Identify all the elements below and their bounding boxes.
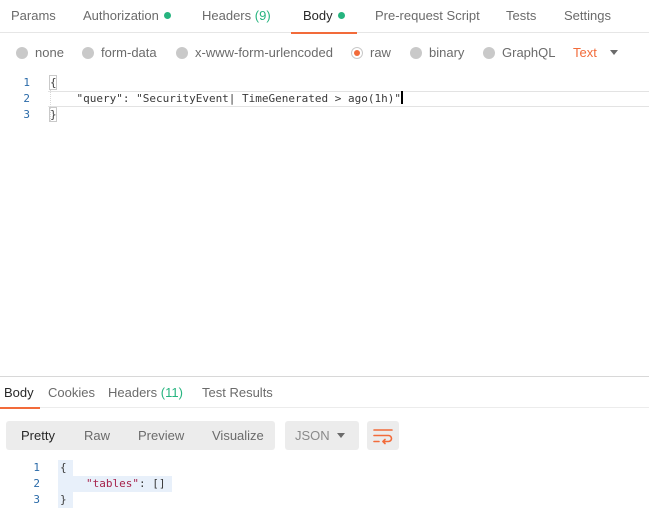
- tab-body[interactable]: Body: [291, 0, 357, 34]
- tab-headers[interactable]: Headers (9): [202, 0, 271, 33]
- response-tab-headers[interactable]: Headers (11): [108, 377, 183, 408]
- json-value: []: [152, 477, 166, 490]
- status-dot-icon: [163, 12, 171, 19]
- tab-pre-request-script-label: Pre-request Script: [375, 8, 480, 23]
- tab-authorization[interactable]: Authorization: [83, 0, 171, 33]
- response-body-viewer[interactable]: 1 2 3 { "tables": [] }: [0, 460, 649, 516]
- chevron-down-icon[interactable]: [610, 50, 618, 55]
- response-tab-body-label: Body: [4, 385, 34, 400]
- tab-authorization-label: Authorization: [83, 8, 159, 23]
- response-tab-test-results[interactable]: Test Results: [202, 377, 273, 408]
- line-number: 1: [23, 76, 30, 89]
- response-tab-cookies[interactable]: Cookies: [48, 377, 95, 408]
- active-tab-indicator: [0, 407, 40, 409]
- tab-tests[interactable]: Tests: [506, 0, 536, 33]
- radio-graphql-label: GraphQL: [502, 45, 556, 60]
- radio-binary-label: binary: [429, 45, 465, 60]
- json-line: "tables": []: [86, 476, 165, 492]
- tab-tests-label: Tests: [506, 8, 537, 23]
- response-tab-cookies-label: Cookies: [48, 385, 95, 400]
- response-tab-headers-label: Headers: [108, 385, 158, 400]
- body-type-selector: none form-data x-www-form-urlencoded raw…: [0, 33, 649, 73]
- line-number: 3: [33, 493, 40, 506]
- json-open-brace: {: [60, 461, 67, 474]
- radio-circle-icon: [16, 47, 28, 59]
- code-line-text: "query": "SecurityEvent| TimeGenerated >…: [50, 92, 401, 105]
- response-tab-body[interactable]: Body: [0, 377, 40, 409]
- tab-settings[interactable]: Settings: [564, 0, 611, 33]
- line-number: 3: [23, 108, 30, 121]
- radio-circle-icon: [410, 47, 422, 59]
- tab-pre-request-script[interactable]: Pre-request Script: [375, 0, 480, 33]
- tab-params[interactable]: Params: [11, 0, 56, 33]
- tab-params-label: Params: [11, 8, 56, 23]
- json-key: "tables": [86, 477, 139, 490]
- request-tabs: Params Authorization Headers (9) Body Pr…: [0, 0, 649, 34]
- response-tabs: Body Cookies Headers (11) Test Results: [0, 377, 649, 409]
- view-visualize-button[interactable]: Visualize: [212, 421, 264, 450]
- text-cursor: [401, 91, 403, 104]
- response-format-dropdown[interactable]: JSON: [285, 421, 359, 450]
- line-number: 1: [33, 461, 40, 474]
- wrap-lines-button[interactable]: [367, 421, 399, 450]
- status-dot-icon: [337, 12, 345, 19]
- line-number: 2: [23, 92, 30, 105]
- view-pretty-button[interactable]: Pretty: [21, 421, 55, 450]
- response-tab-test-results-label: Test Results: [202, 385, 273, 400]
- radio-raw-label: raw: [370, 45, 391, 60]
- radio-circle-icon: [483, 47, 495, 59]
- tab-settings-label: Settings: [564, 8, 611, 23]
- code-line: {: [50, 76, 57, 89]
- raw-language-dropdown[interactable]: Text: [573, 33, 597, 73]
- response-tab-headers-count: (11): [160, 385, 183, 400]
- json-close-brace: }: [60, 493, 67, 506]
- response-format-value: JSON: [295, 428, 330, 443]
- view-raw-button[interactable]: Raw: [84, 421, 110, 450]
- radio-none-label: none: [35, 45, 64, 60]
- radio-checked-icon: [351, 47, 363, 59]
- view-preview-button[interactable]: Preview: [138, 421, 184, 450]
- radio-x-www-form-urlencoded-label: x-www-form-urlencoded: [195, 45, 333, 60]
- line-number: 2: [33, 477, 40, 490]
- radio-circle-icon: [176, 47, 188, 59]
- code-line: }: [50, 108, 57, 121]
- tab-body-label: Body: [303, 8, 333, 23]
- radio-form-data-label: form-data: [101, 45, 157, 60]
- tab-headers-count: (9): [254, 8, 271, 23]
- wrap-lines-icon: [373, 429, 393, 445]
- raw-language-value: Text: [573, 45, 597, 60]
- tab-headers-label: Headers: [202, 8, 252, 23]
- view-mode-group: Pretty Raw Preview Visualize: [6, 421, 275, 450]
- chevron-down-icon: [337, 433, 345, 438]
- json-separator: :: [138, 477, 153, 490]
- code-line-active: "query": "SecurityEvent| TimeGenerated >…: [50, 91, 403, 107]
- request-body-editor[interactable]: 1 2 3 { "query": "SecurityEvent| TimeGen…: [0, 73, 649, 376]
- radio-circle-icon: [82, 47, 94, 59]
